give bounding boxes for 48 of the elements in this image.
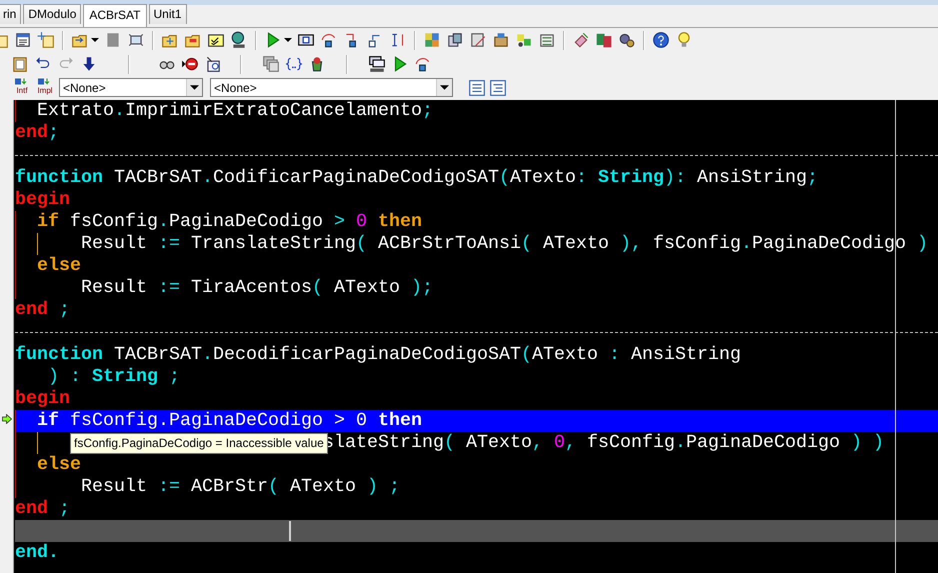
highlighted-code-line: if fsConfig.PaginaDeCodigo > 0 then — [37, 410, 422, 431]
step-over-icon[interactable] — [320, 31, 338, 49]
align-icon[interactable] — [468, 78, 486, 96]
pencil-icon[interactable] — [469, 31, 487, 49]
code-line: begin — [15, 189, 70, 210]
editor-tab[interactable]: Unit1 — [148, 4, 187, 24]
editor-tab[interactable]: rin — [0, 4, 22, 24]
code-line: Result := ACBrStr( ATexto ) ; — [81, 476, 400, 497]
screen-icon[interactable] — [127, 31, 145, 49]
code-line: function TACBrSAT.CodificarPaginaDeCodigoSAT(ATexto: String): AnsiString; — [15, 167, 818, 188]
windows-icon[interactable] — [262, 55, 280, 73]
step-over-icon[interactable] — [414, 55, 432, 73]
dropdown-field[interactable]: <None> — [59, 78, 203, 97]
text-cursor — [289, 521, 291, 541]
code-line: Result := TiraAcentos( ATexto ); — [81, 277, 433, 298]
code-line: ) : String ; — [48, 366, 180, 387]
code-line: end; — [15, 122, 59, 143]
code-line: end ; — [15, 498, 70, 519]
editor-tab[interactable]: ACBrSAT — [83, 4, 146, 27]
window-icon[interactable] — [368, 55, 386, 73]
eraser-icon[interactable] — [572, 31, 590, 49]
navigation-button[interactable]: Intf — [12, 77, 32, 98]
braces-icon[interactable] — [285, 55, 303, 73]
dropdown-field[interactable]: <None> — [210, 78, 453, 97]
window-list-icon[interactable] — [14, 31, 32, 49]
navigation-button[interactable]: Impl — [35, 77, 55, 98]
settings-icon[interactable] — [618, 31, 636, 49]
inspect-icon[interactable] — [204, 55, 222, 73]
box-icon[interactable] — [492, 31, 510, 49]
cards-icon[interactable] — [446, 31, 464, 49]
editor-tab[interactable]: DModulo — [23, 4, 82, 24]
breakpoint-icon[interactable] — [181, 55, 199, 73]
tiles-icon[interactable] — [423, 31, 441, 49]
code-line: else — [37, 255, 81, 276]
help-icon[interactable] — [652, 31, 670, 49]
code-line: else — [37, 454, 81, 475]
documents-icon[interactable] — [595, 31, 613, 49]
value-tooltip: fsConfig.PaginaDeCodigo = Inaccessible value — [70, 433, 328, 454]
code-line: begin — [15, 388, 70, 409]
code-line: end ; — [15, 299, 70, 320]
execution-arrow-icon — [2, 414, 12, 424]
code-line: end. — [15, 542, 59, 563]
code-line: function TACBrSAT.DecodificarPaginaDeCodigoSAT(ATexto : AnsiString — [15, 344, 741, 365]
new-item-icon[interactable] — [37, 31, 55, 49]
align-icon[interactable] — [489, 78, 507, 96]
paste-icon[interactable] — [11, 55, 29, 73]
code-line: if fsConfig.PaginaDeCodigo > 0 then — [37, 211, 422, 232]
code-line: Extrato.ImprimirExtratoCancelamento; — [37, 100, 433, 121]
